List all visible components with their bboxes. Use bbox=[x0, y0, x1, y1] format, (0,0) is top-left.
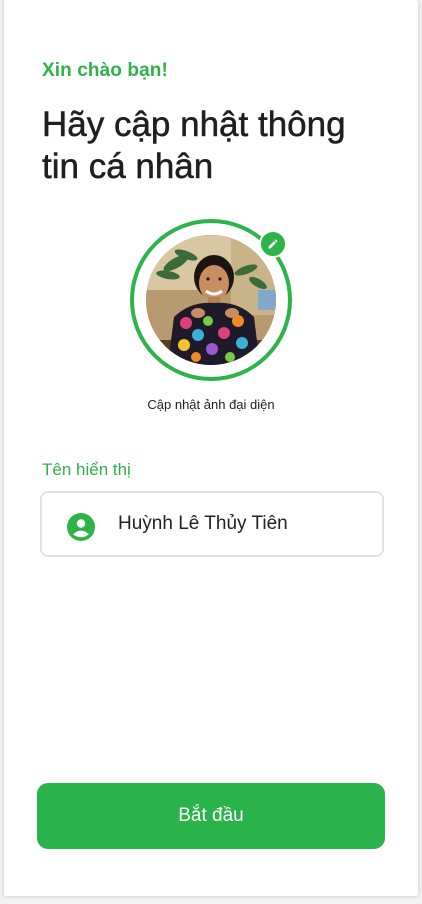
display-name-label: Tên hiển thị bbox=[42, 460, 131, 479]
avatar-photo-illustration bbox=[146, 235, 276, 365]
display-name-field[interactable] bbox=[40, 491, 384, 557]
pencil-icon bbox=[268, 239, 278, 249]
edit-avatar-button[interactable] bbox=[259, 230, 287, 258]
profile-setup-screen: Xin chào bạn! Hãy cập nhật thông tin cá … bbox=[4, 0, 418, 896]
greeting-text: Xin chào bạn! bbox=[42, 60, 168, 81]
avatar-picker[interactable] bbox=[130, 219, 292, 381]
account-circle-icon bbox=[67, 513, 95, 541]
display-name-input[interactable] bbox=[118, 493, 368, 555]
start-button[interactable]: Bắt đầu bbox=[37, 783, 385, 849]
avatar[interactable] bbox=[146, 235, 276, 365]
avatar-caption[interactable]: Cập nhật ảnh đại diện bbox=[4, 397, 418, 412]
page-title: Hãy cập nhật thông tin cá nhân bbox=[42, 105, 346, 187]
